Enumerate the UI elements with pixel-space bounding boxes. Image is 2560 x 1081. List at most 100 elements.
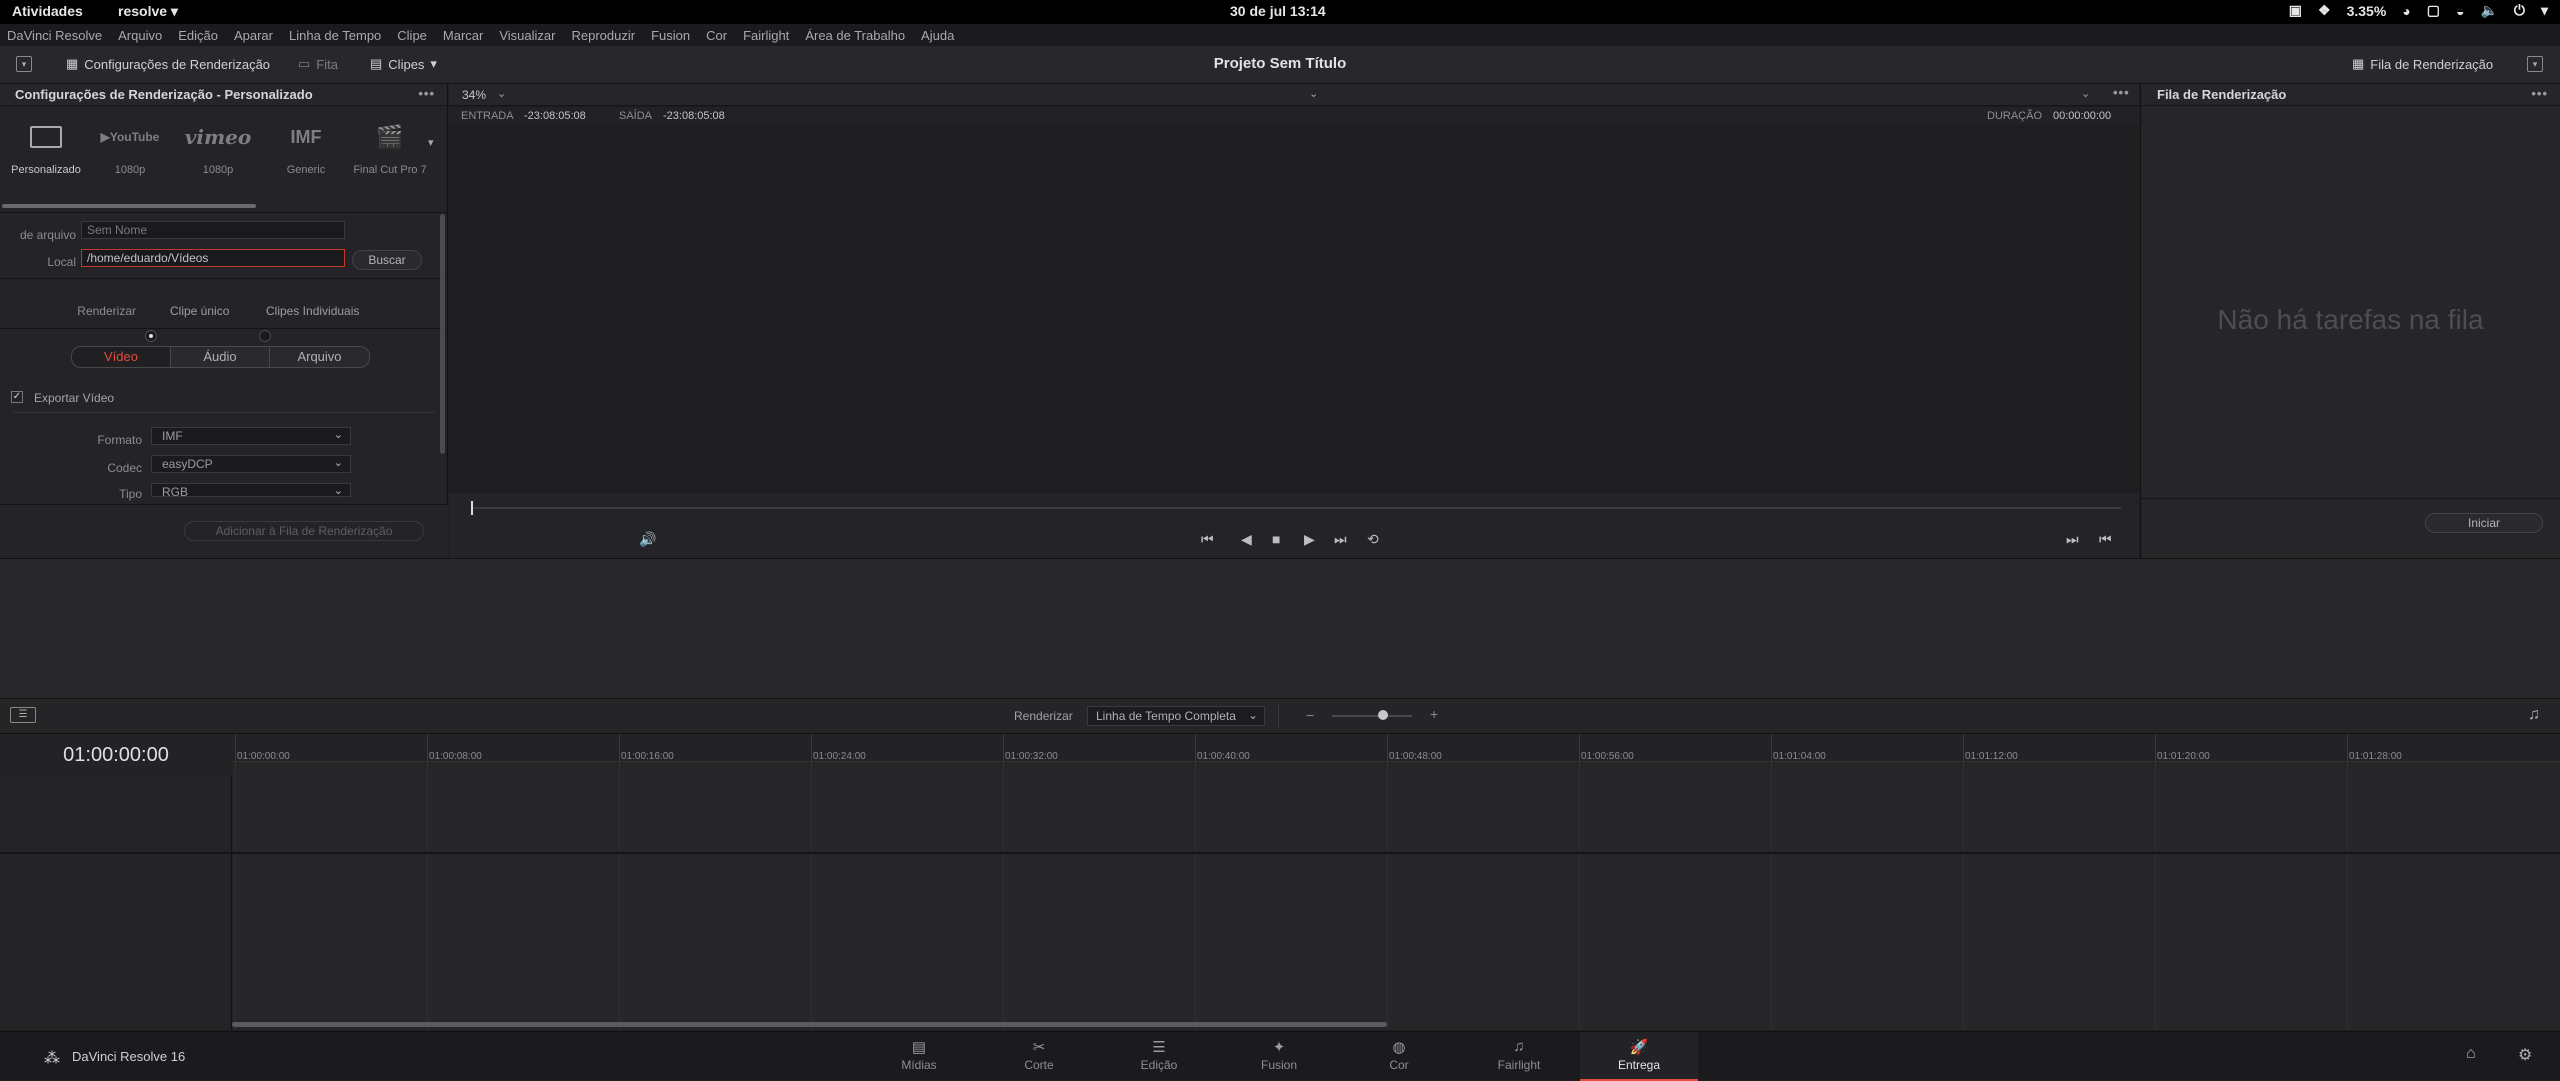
preset-vimeo[interactable]: vimeo 1080p [178, 124, 258, 176]
loop-icon[interactable]: ⟲ [1367, 531, 1379, 548]
add-to-queue-button[interactable]: Adicionar à Fila de Renderização [184, 521, 424, 541]
menu-edit[interactable]: Edição [178, 28, 218, 43]
render-queue-toggle[interactable]: ▦ Fila de Renderização [2352, 56, 2493, 72]
power-icon[interactable]: ⏻ [2514, 2, 2525, 19]
single-clip-radio[interactable] [145, 329, 157, 342]
clock[interactable]: 30 de jul 13:14 [1230, 3, 1326, 19]
preset-imf[interactable]: IMF Generic [266, 124, 346, 177]
youtube-icon: ▶YouTube [100, 130, 160, 144]
chevron-down-icon[interactable]: ⌄ [497, 87, 506, 100]
system-menu-chevron-icon[interactable]: ▾ [2541, 2, 2548, 19]
zoom-out-icon[interactable]: − [1306, 707, 1314, 723]
menu-mark[interactable]: Marcar [443, 28, 483, 43]
export-video-checkbox[interactable]: ✓ [11, 391, 23, 403]
in-timecode[interactable]: -23:08:05:08 [524, 110, 586, 122]
preset-custom[interactable]: Personalizado [6, 124, 86, 176]
scrub-bar[interactable] [471, 507, 2121, 509]
video-display[interactable] [449, 125, 2139, 493]
collapse-right-button[interactable]: ▾ [2527, 56, 2543, 72]
previous-edit-icon[interactable]: ⏮ [2099, 531, 2112, 548]
individual-clips-radio[interactable] [258, 329, 271, 342]
screen-icon[interactable]: ▣ [2289, 2, 2302, 19]
render-range-select[interactable]: Linha de Tempo Completa ⌄ [1087, 706, 1265, 726]
menu-fairlight[interactable]: Fairlight [743, 28, 789, 43]
codec-select[interactable]: easyDCP ⌄ [151, 455, 351, 473]
page-color[interactable]: ◍ Cor [1340, 1032, 1458, 1081]
zoom-in-icon[interactable]: + [1430, 706, 1438, 722]
gear-icon[interactable]: ⚙ [2518, 1045, 2532, 1065]
format-select[interactable]: IMF ⌄ [151, 427, 351, 445]
play-icon[interactable]: ▶ [1304, 531, 1315, 548]
skip-to-end-icon[interactable]: ⏭ [1334, 531, 1347, 548]
more-options-icon[interactable]: ••• [418, 86, 435, 101]
tab-video[interactable]: Vídeo [72, 347, 171, 367]
next-edit-icon[interactable]: ⏭ [2066, 531, 2079, 548]
viewer-options-chevron-icon[interactable]: ⌄ [1309, 87, 1318, 100]
chevron-down-icon[interactable]: ⌄ [2081, 87, 2090, 100]
browse-button[interactable]: Buscar [352, 250, 422, 270]
more-options-icon[interactable]: ••• [2113, 85, 2130, 100]
menu-clip[interactable]: Clipe [397, 28, 427, 43]
menu-davinci[interactable]: DaVinci Resolve [7, 28, 102, 43]
clips-toggle[interactable]: ▤ Clipes ▾ [370, 56, 437, 72]
page-cut[interactable]: ✂ Corte [980, 1032, 1098, 1081]
start-render-button[interactable]: Iniciar [2425, 513, 2543, 533]
tab-audio[interactable]: Áudio [171, 347, 270, 367]
timeline-scrollbar[interactable] [232, 1022, 1387, 1027]
page-fairlight[interactable]: ♫ Fairlight [1460, 1032, 1578, 1081]
timeline-view-icon[interactable]: ☰ [10, 707, 36, 723]
more-options-icon[interactable]: ••• [2531, 86, 2548, 101]
playhead[interactable] [471, 501, 473, 515]
settings-scrollbar[interactable] [440, 214, 445, 454]
page-deliver[interactable]: 🚀 Entrega [1580, 1032, 1698, 1081]
video-audio-divider[interactable] [0, 852, 2560, 854]
menu-fusion[interactable]: Fusion [651, 28, 690, 43]
network-icon[interactable]: ◕ [2402, 3, 2410, 19]
activities-button[interactable]: Atividades [12, 3, 83, 19]
timeline-timecode[interactable]: 01:00:00:00 [0, 734, 232, 776]
collapse-left-button[interactable]: ▾ [16, 56, 32, 72]
zoom-select[interactable]: 34% [462, 88, 486, 102]
out-timecode[interactable]: -23:08:05:08 [663, 110, 725, 122]
wifi-icon[interactable]: ◒ [2456, 3, 2464, 19]
grid-line [235, 762, 236, 1030]
chevron-down-icon[interactable]: ▾ [428, 136, 434, 149]
menu-playback[interactable]: Reproduzir [571, 28, 635, 43]
preset-scrollbar[interactable] [2, 204, 256, 208]
app-menu[interactable]: resolve ▾ [118, 3, 178, 20]
timeline-ruler[interactable]: 01:00:00:00 01:00:08:00 01:00:16:00 01:0… [232, 734, 2560, 762]
skip-to-start-icon[interactable]: ⏮ [1201, 531, 1214, 548]
page-media[interactable]: ▤ Mídias [860, 1032, 978, 1081]
menu-timeline[interactable]: Linha de Tempo [289, 28, 381, 43]
ruler-tick [235, 734, 236, 762]
preset-youtube[interactable]: ▶YouTube 1080p [90, 124, 170, 176]
window-icon[interactable]: ▢ [2427, 2, 2440, 19]
play-reverse-icon[interactable]: ◀ [1241, 531, 1252, 548]
page-fusion[interactable]: ✦ Fusion [1220, 1032, 1338, 1081]
tab-file[interactable]: Arquivo [270, 347, 369, 367]
stop-icon[interactable]: ■ [1272, 531, 1280, 547]
menu-color[interactable]: Cor [706, 28, 727, 43]
menu-file[interactable]: Arquivo [118, 28, 162, 43]
preset-final-cut[interactable]: 🎬 Final Cut Pro 7 [350, 124, 430, 176]
menu-trim[interactable]: Aparar [234, 28, 273, 43]
page-edit[interactable]: ☰ Edição [1100, 1032, 1218, 1081]
menu-workspace[interactable]: Área de Trabalho [805, 28, 905, 43]
menu-view[interactable]: Visualizar [499, 28, 555, 43]
timeline-tracks[interactable] [232, 762, 2560, 1030]
volume-icon[interactable]: 🔈 [2480, 2, 2497, 19]
filename-input[interactable]: Sem Nome [81, 221, 345, 239]
tape-toggle[interactable]: ▭ Fita [298, 56, 338, 72]
home-icon[interactable]: ⌂ [2466, 1045, 2476, 1063]
cpu-speed[interactable]: 3.35% [2347, 3, 2387, 19]
audio-note-icon[interactable]: ♫ [2528, 706, 2540, 724]
zoom-slider-handle[interactable] [1378, 710, 1388, 720]
menu-help[interactable]: Ajuda [921, 28, 954, 43]
dropbox-icon[interactable]: ❖ [2318, 2, 2331, 19]
zoom-slider[interactable] [1332, 715, 1412, 717]
render-settings-toggle[interactable]: ▦ Configurações de Renderização [66, 56, 270, 72]
type-select[interactable]: RGB ⌄ [151, 483, 351, 497]
location-input[interactable]: /home/eduardo/Vídeos [81, 249, 345, 267]
ruler-tick [1195, 734, 1196, 762]
volume-icon[interactable]: 🔊 [639, 531, 656, 548]
